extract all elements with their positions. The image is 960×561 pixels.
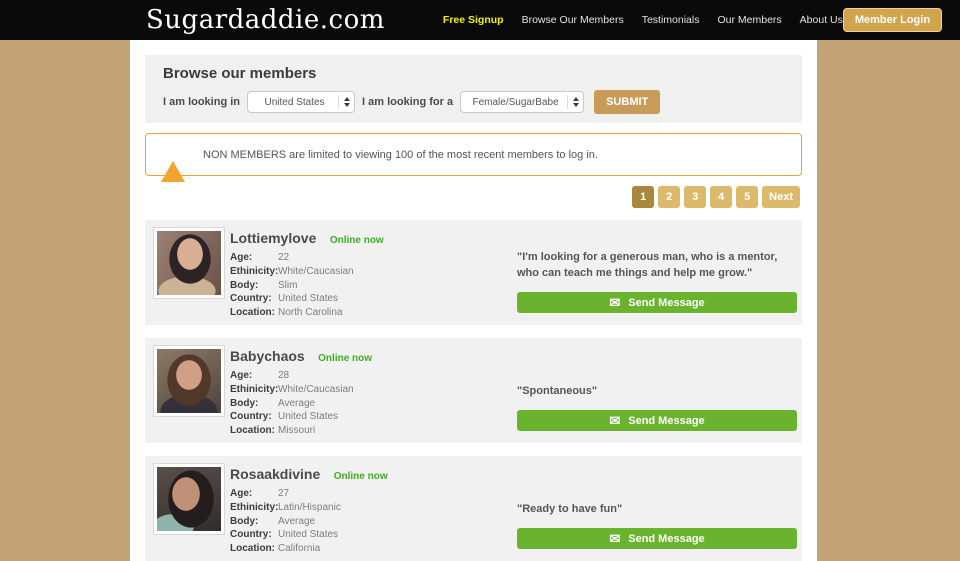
nav-link-free-signup[interactable]: Free Signup bbox=[443, 14, 504, 26]
warning-icon: ! bbox=[161, 144, 185, 165]
send-message-button[interactable]: ✉ Send Message bbox=[517, 292, 797, 313]
member-name[interactable]: Lottiemylove bbox=[230, 230, 316, 246]
detail-value: 27 bbox=[278, 488, 289, 499]
detail-value: United States bbox=[278, 529, 338, 540]
detail-label: Body: bbox=[230, 516, 278, 527]
member-photo[interactable] bbox=[153, 463, 225, 535]
member-quote: "Spontaneous" bbox=[517, 384, 797, 400]
browse-members-title: Browse our members bbox=[163, 65, 784, 82]
detail-value: United States bbox=[278, 293, 338, 304]
detail-label: Location: bbox=[230, 307, 278, 318]
member-quote: "I'm looking for a generous man, who is … bbox=[517, 250, 797, 282]
detail-value: White/Caucasian bbox=[278, 384, 354, 395]
nav-link-browse-our-members[interactable]: Browse Our Members bbox=[522, 14, 624, 26]
detail-label: Age: bbox=[230, 370, 278, 381]
member-details: Age:22 Ethinicity:White/Caucasian Body:S… bbox=[230, 251, 354, 319]
country-select-value: United States bbox=[256, 97, 333, 108]
site-logo[interactable]: Sugardaddie.com bbox=[146, 5, 385, 35]
detail-label: Age: bbox=[230, 488, 278, 499]
envelope-icon: ✉ bbox=[609, 414, 620, 427]
detail-label: Location: bbox=[230, 425, 278, 436]
page-button-3[interactable]: 3 bbox=[684, 186, 706, 208]
looking-for-label: I am looking for a bbox=[362, 96, 453, 108]
nav-links: Free Signup Browse Our Members Testimoni… bbox=[443, 14, 843, 26]
gender-select[interactable]: Female/SugarBabe bbox=[460, 91, 584, 113]
looking-in-label: I am looking in bbox=[163, 96, 240, 108]
detail-value: California bbox=[278, 543, 320, 554]
browse-members-panel: Browse our members I am looking in Unite… bbox=[145, 55, 802, 123]
detail-value: North Carolina bbox=[278, 307, 342, 318]
detail-label: Ethinicity: bbox=[230, 384, 278, 395]
page: { "nav": { "logo": "Sugardaddie.com", "l… bbox=[0, 0, 960, 561]
envelope-icon: ✉ bbox=[609, 532, 620, 545]
page-button-2[interactable]: 2 bbox=[658, 186, 680, 208]
page-button-5[interactable]: 5 bbox=[736, 186, 758, 208]
member-name[interactable]: Babychaos bbox=[230, 348, 305, 364]
page-next-button[interactable]: Next bbox=[762, 186, 800, 208]
member-login-button[interactable]: Member Login bbox=[843, 8, 942, 32]
gender-select-value: Female/SugarBabe bbox=[469, 97, 562, 108]
detail-value: Slim bbox=[278, 280, 297, 291]
online-status-badge: Online now bbox=[318, 353, 372, 364]
member-details: Age:28 Ethinicity:White/Caucasian Body:A… bbox=[230, 369, 354, 437]
top-navbar: Sugardaddie.com Free Signup Browse Our M… bbox=[0, 0, 960, 40]
online-status-badge: Online now bbox=[334, 471, 388, 482]
country-select[interactable]: United States bbox=[247, 91, 355, 113]
notice-text: NON MEMBERS are limited to viewing 100 o… bbox=[203, 149, 598, 161]
pagination: 1 2 3 4 5 Next bbox=[147, 186, 800, 208]
main-content: Browse our members I am looking in Unite… bbox=[130, 40, 817, 561]
member-card: Rosaakdivine Online now Age:27 Ethinicit… bbox=[145, 456, 802, 561]
nav-link-testimonials[interactable]: Testimonials bbox=[642, 14, 700, 26]
detail-value: United States bbox=[278, 411, 338, 422]
select-stepper-icon bbox=[567, 95, 579, 109]
send-message-label: Send Message bbox=[628, 533, 704, 545]
member-name[interactable]: Rosaakdivine bbox=[230, 466, 320, 482]
send-message-label: Send Message bbox=[628, 415, 704, 427]
page-button-4[interactable]: 4 bbox=[710, 186, 732, 208]
detail-value: Average bbox=[278, 516, 315, 527]
detail-value: Latin/Hispanic bbox=[278, 502, 341, 513]
detail-label: Ethinicity: bbox=[230, 502, 278, 513]
member-card: Babychaos Online now Age:28 Ethinicity:W… bbox=[145, 338, 802, 443]
detail-label: Country: bbox=[230, 411, 278, 422]
non-members-notice: ! NON MEMBERS are limited to viewing 100… bbox=[145, 133, 802, 176]
member-card: Lottiemylove Online now Age:22 Ethinicit… bbox=[145, 220, 802, 325]
detail-label: Body: bbox=[230, 398, 278, 409]
select-stepper-icon bbox=[338, 95, 350, 109]
detail-label: Country: bbox=[230, 529, 278, 540]
nav-link-our-members[interactable]: Our Members bbox=[717, 14, 781, 26]
detail-label: Location: bbox=[230, 543, 278, 554]
nav-link-about-us[interactable]: About Us bbox=[800, 14, 843, 26]
member-details: Age:27 Ethinicity:Latin/Hispanic Body:Av… bbox=[230, 487, 341, 555]
member-photo-image bbox=[157, 231, 221, 295]
member-quote: "Ready to have fun" bbox=[517, 502, 797, 518]
member-photo[interactable] bbox=[153, 227, 225, 299]
send-message-button[interactable]: ✉ Send Message bbox=[517, 410, 797, 431]
browse-members-form: I am looking in United States I am looki… bbox=[163, 90, 784, 114]
page-button-1[interactable]: 1 bbox=[632, 186, 654, 208]
member-photo[interactable] bbox=[153, 345, 225, 417]
detail-value: White/Caucasian bbox=[278, 266, 354, 277]
detail-value: Average bbox=[278, 398, 315, 409]
send-message-label: Send Message bbox=[628, 297, 704, 309]
detail-value: Missouri bbox=[278, 425, 315, 436]
member-photo-image bbox=[157, 467, 221, 531]
detail-label: Country: bbox=[230, 293, 278, 304]
submit-button[interactable]: SUBMIT bbox=[594, 90, 660, 114]
detail-label: Body: bbox=[230, 280, 278, 291]
detail-value: 28 bbox=[278, 370, 289, 381]
detail-label: Ethinicity: bbox=[230, 266, 278, 277]
envelope-icon: ✉ bbox=[609, 296, 620, 309]
online-status-badge: Online now bbox=[330, 235, 384, 246]
send-message-button[interactable]: ✉ Send Message bbox=[517, 528, 797, 549]
detail-label: Age: bbox=[230, 252, 278, 263]
member-photo-image bbox=[157, 349, 221, 413]
detail-value: 22 bbox=[278, 252, 289, 263]
